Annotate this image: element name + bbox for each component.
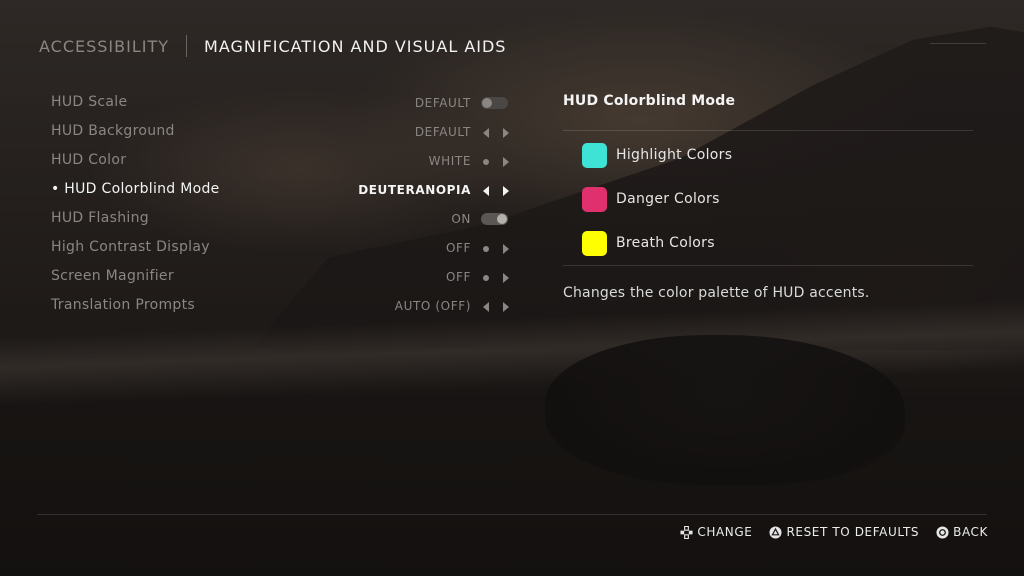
setting-row-screen-magnifier[interactable]: Screen Magnifier OFF <box>51 263 511 292</box>
reset-label: RESET TO DEFAULTS <box>786 525 920 539</box>
dot-icon <box>483 275 489 281</box>
settings-list: HUD Scale DEFAULT HUD Background DEFAULT… <box>51 89 511 321</box>
setting-row-hud-scale[interactable]: HUD Scale DEFAULT <box>51 89 511 118</box>
arrow-left-icon[interactable] <box>483 302 489 312</box>
setting-description: Changes the color palette of HUD accents… <box>563 285 870 301</box>
setting-row-high-contrast-display[interactable]: High Contrast Display OFF <box>51 234 511 263</box>
setting-value: DEFAULT <box>414 96 471 110</box>
reset-to-defaults-button[interactable]: RESET TO DEFAULTS <box>769 525 919 539</box>
setting-label: HUD Scale <box>51 94 128 110</box>
page-title: MAGNIFICATION AND VISUAL AIDS <box>204 36 507 56</box>
arrow-left-icon[interactable] <box>483 128 489 138</box>
swatch-row-danger: Danger Colors <box>563 177 973 221</box>
swatch-row-breath: Breath Colors <box>563 221 973 265</box>
arrow-right-icon[interactable] <box>503 302 509 312</box>
change-button[interactable]: CHANGE <box>680 525 752 539</box>
setting-value: ON <box>451 212 471 226</box>
circle-button-icon <box>936 525 949 539</box>
setting-label: • HUD Colorblind Mode <box>51 181 220 197</box>
breadcrumb-accessibility[interactable]: ACCESSIBILITY <box>39 37 169 56</box>
value-selector[interactable] <box>481 300 511 314</box>
setting-label: Screen Magnifier <box>51 268 174 284</box>
toggle-switch[interactable] <box>481 97 511 111</box>
setting-row-translation-prompts[interactable]: Translation Prompts AUTO (OFF) <box>51 292 511 321</box>
value-selector[interactable] <box>481 155 511 169</box>
color-swatch-danger <box>582 186 607 212</box>
setting-row-hud-background[interactable]: HUD Background DEFAULT <box>51 118 511 147</box>
change-label: CHANGE <box>697 525 753 539</box>
panel-divider <box>563 265 973 266</box>
setting-value: DEUTERANOPIA <box>358 183 471 197</box>
breadcrumb: ACCESSIBILITY MAGNIFICATION AND VISUAL A… <box>39 35 506 57</box>
setting-value: OFF <box>445 270 471 284</box>
setting-label: HUD Flashing <box>51 210 149 226</box>
arrow-left-icon[interactable] <box>483 186 489 196</box>
panel-title: HUD Colorblind Mode <box>563 93 736 109</box>
arrow-right-icon[interactable] <box>503 244 509 254</box>
arrow-right-icon[interactable] <box>503 128 509 138</box>
value-selector[interactable] <box>481 242 511 256</box>
dpad-icon <box>680 525 693 539</box>
color-swatch-highlight <box>582 142 607 168</box>
footer-actions: CHANGE RESET TO DEFAULTS BACK <box>680 525 988 539</box>
swatch-label: Highlight Colors <box>616 147 733 163</box>
setting-row-hud-flashing[interactable]: HUD Flashing ON <box>51 205 511 234</box>
breadcrumb-divider <box>186 35 188 57</box>
dot-icon <box>483 246 489 252</box>
swatch-label: Danger Colors <box>616 191 720 207</box>
dot-icon <box>483 159 489 165</box>
setting-value: AUTO (OFF) <box>394 299 471 313</box>
setting-value: WHITE <box>428 154 471 168</box>
swatch-row-highlight: Highlight Colors <box>563 133 973 177</box>
swatch-label: Breath Colors <box>616 235 715 251</box>
back-button[interactable]: BACK <box>936 525 988 539</box>
toggle-switch[interactable] <box>481 213 511 227</box>
setting-row-hud-color[interactable]: HUD Color WHITE <box>51 147 511 176</box>
triangle-button-icon <box>769 525 782 539</box>
setting-value: OFF <box>445 241 471 255</box>
back-label: BACK <box>953 525 988 539</box>
footer-divider <box>37 514 987 515</box>
arrow-right-icon[interactable] <box>503 157 509 167</box>
setting-label: Translation Prompts <box>51 297 195 313</box>
detail-panel: HUD Colorblind Mode Highlight Colors Dan… <box>563 93 973 301</box>
value-selector[interactable] <box>481 271 511 285</box>
setting-row-hud-colorblind-mode[interactable]: • HUD Colorblind Mode DEUTERANOPIA <box>51 176 511 205</box>
setting-label: High Contrast Display <box>51 239 210 255</box>
header-rule <box>930 43 986 44</box>
color-swatch-breath <box>582 230 607 256</box>
arrow-right-icon[interactable] <box>503 273 509 283</box>
setting-value: DEFAULT <box>414 125 471 139</box>
value-selector[interactable] <box>481 126 511 140</box>
setting-label: HUD Background <box>51 123 175 139</box>
color-swatch-list: Highlight Colors Danger Colors Breath Co… <box>563 131 973 265</box>
value-selector[interactable] <box>481 184 511 198</box>
setting-label: HUD Color <box>51 152 127 168</box>
arrow-right-icon[interactable] <box>503 186 509 196</box>
